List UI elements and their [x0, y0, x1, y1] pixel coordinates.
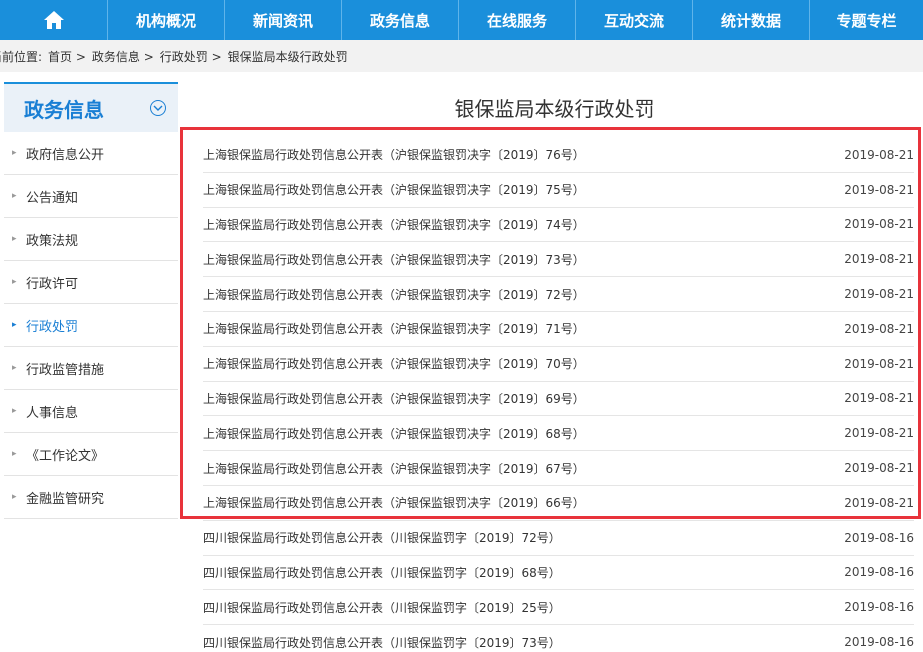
list-item-title-link[interactable]: 四川银保监局行政处罚信息公开表（川银保监罚字〔2019〕25号）: [203, 599, 561, 616]
list-item-title-link[interactable]: 上海银保监局行政处罚信息公开表（沪银保监银罚决字〔2019〕71号）: [203, 320, 585, 337]
list-item-date: 2019-08-16: [844, 565, 914, 580]
home-button[interactable]: [0, 0, 108, 40]
list-item[interactable]: 上海银保监局行政处罚信息公开表（沪银保监银罚决字〔2019〕72号） 2019-0…: [203, 277, 914, 312]
bullet-icon: ▸: [12, 406, 17, 416]
bullet-icon: ▸: [12, 320, 17, 330]
sidebar: 政务信息 ▸ 政府信息公开 ▸ 公告通知 ▸ 政策法规 ▸ 行政许可 ▸ 行政处罚 ▸ 行政…: [4, 82, 178, 519]
sidebar-header: 政务信息: [4, 82, 178, 132]
list-item-title-link[interactable]: 上海银保监局行政处罚信息公开表（沪银保监银罚决字〔2019〕74号）: [203, 216, 585, 233]
sidebar-item-working-papers[interactable]: ▸ 《工作论文》: [4, 433, 178, 476]
list-item-date: 2019-08-21: [844, 147, 914, 162]
list-item[interactable]: 上海银保监局行政处罚信息公开表（沪银保监银罚决字〔2019〕67号） 2019-0…: [203, 451, 914, 486]
sidebar-title: 政务信息: [24, 97, 104, 122]
list-item-title-link[interactable]: 上海银保监局行政处罚信息公开表（沪银保监银罚决字〔2019〕76号）: [203, 146, 585, 163]
breadcrumb: 当前位置: 首页 > 政务信息 > 行政处罚 > 银保监局本级行政处罚: [0, 40, 923, 72]
list-item[interactable]: 上海银保监局行政处罚信息公开表（沪银保监银罚决字〔2019〕75号） 2019-0…: [203, 173, 914, 208]
bullet-icon: ▸: [12, 234, 17, 244]
list-item-title-link[interactable]: 上海银保监局行政处罚信息公开表（沪银保监银罚决字〔2019〕67号）: [203, 460, 585, 477]
list-item-title-link[interactable]: 上海银保监局行政处罚信息公开表（沪银保监银罚决字〔2019〕69号）: [203, 390, 585, 407]
list-item[interactable]: 四川银保监局行政处罚信息公开表（川银保监罚字〔2019〕25号） 2019-08-…: [203, 590, 914, 626]
nav-item-statistics[interactable]: 统计数据: [693, 0, 810, 40]
sidebar-item-personnel[interactable]: ▸ 人事信息: [4, 390, 178, 433]
list-item[interactable]: 上海银保监局行政处罚信息公开表（沪银保监银罚决字〔2019〕71号） 2019-0…: [203, 312, 914, 347]
nav-item-news[interactable]: 新闻资讯: [225, 0, 342, 40]
sidebar-item-label: 《工作论文》: [26, 448, 105, 464]
bullet-icon: ▸: [12, 492, 17, 502]
sidebar-item-research[interactable]: ▸ 金融监管研究: [4, 476, 178, 519]
list-item-date: 2019-08-21: [844, 287, 914, 302]
breadcrumb-home-link[interactable]: 首页 >: [48, 48, 86, 65]
list-item-date: 2019-08-21: [844, 252, 914, 267]
top-nav: 机构概况 新闻资讯 政务信息 在线服务 互动交流 统计数据 专题专栏: [0, 0, 923, 40]
sidebar-item-policies[interactable]: ▸ 政策法规: [4, 218, 178, 261]
bullet-icon: ▸: [12, 449, 17, 459]
list-item-date: 2019-08-21: [844, 461, 914, 476]
list-item-title-link[interactable]: 四川银保监局行政处罚信息公开表（川银保监罚字〔2019〕68号）: [203, 564, 561, 581]
list-item-date: 2019-08-21: [844, 217, 914, 232]
list-item[interactable]: 四川银保监局行政处罚信息公开表（川银保监罚字〔2019〕68号） 2019-08-…: [203, 556, 914, 591]
list-item-date: 2019-08-21: [844, 356, 914, 371]
list-item-title-link[interactable]: 上海银保监局行政处罚信息公开表（沪银保监银罚决字〔2019〕75号）: [203, 181, 585, 198]
list-item-title-link[interactable]: 上海银保监局行政处罚信息公开表（沪银保监银罚决字〔2019〕68号）: [203, 425, 585, 442]
list-item-title-link[interactable]: 上海银保监局行政处罚信息公开表（沪银保监银罚决字〔2019〕73号）: [203, 251, 585, 268]
list-item-title-link[interactable]: 上海银保监局行政处罚信息公开表（沪银保监银罚决字〔2019〕66号）: [203, 494, 585, 511]
breadcrumb-prefix: 当前位置:: [0, 49, 43, 64]
list-item[interactable]: 上海银保监局行政处罚信息公开表（沪银保监银罚决字〔2019〕69号） 2019-0…: [203, 382, 914, 417]
sidebar-item-label: 人事信息: [26, 405, 79, 421]
breadcrumb-current: 银保监局本级行政处罚: [227, 49, 348, 64]
sidebar-menu: ▸ 政府信息公开 ▸ 公告通知 ▸ 政策法规 ▸ 行政许可 ▸ 行政处罚 ▸ 行政监管措施 …: [4, 132, 178, 519]
list-item-title-link[interactable]: 四川银保监局行政处罚信息公开表（川银保监罚字〔2019〕73号）: [203, 634, 561, 651]
sidebar-item-label: 行政许可: [26, 276, 79, 292]
nav-item-interaction[interactable]: 互动交流: [576, 0, 693, 40]
chevron-down-icon: [153, 105, 163, 111]
list-item[interactable]: 上海银保监局行政处罚信息公开表（沪银保监银罚决字〔2019〕76号） 2019-0…: [203, 138, 914, 173]
penalty-list: 上海银保监局行政处罚信息公开表（沪银保监银罚决字〔2019〕76号） 2019-0…: [203, 138, 914, 652]
list-item-date: 2019-08-21: [844, 426, 914, 441]
sidebar-item-gov-info-disclosure[interactable]: ▸ 政府信息公开: [4, 132, 178, 175]
sidebar-item-licensing[interactable]: ▸ 行政许可: [4, 261, 178, 304]
breadcrumb-government-info-link[interactable]: 政务信息 >: [92, 48, 154, 65]
sidebar-item-notices[interactable]: ▸ 公告通知: [4, 175, 178, 218]
list-item-date: 2019-08-16: [844, 635, 914, 650]
sidebar-toggle[interactable]: [150, 100, 166, 116]
nav-item-topics[interactable]: 专题专栏: [810, 0, 923, 40]
bullet-icon: ▸: [12, 363, 17, 373]
list-item[interactable]: 上海银保监局行政处罚信息公开表（沪银保监银罚决字〔2019〕70号） 2019-0…: [203, 347, 914, 382]
breadcrumb-penalty-link[interactable]: 行政处罚 >: [160, 48, 222, 65]
sidebar-item-label: 行政处罚: [26, 319, 79, 335]
list-item-date: 2019-08-21: [844, 495, 914, 510]
list-item-title-link[interactable]: 四川银保监局行政处罚信息公开表（川银保监罚字〔2019〕72号）: [203, 529, 561, 546]
sidebar-item-supervision-measures[interactable]: ▸ 行政监管措施: [4, 347, 178, 390]
sidebar-item-label: 行政监管措施: [26, 362, 105, 378]
nav-item-about[interactable]: 机构概况: [108, 0, 225, 40]
list-item[interactable]: 上海银保监局行政处罚信息公开表（沪银保监银罚决字〔2019〕74号） 2019-0…: [203, 208, 914, 243]
list-item-title-link[interactable]: 上海银保监局行政处罚信息公开表（沪银保监银罚决字〔2019〕72号）: [203, 286, 585, 303]
sidebar-item-label: 公告通知: [26, 190, 79, 206]
list-item-date: 2019-08-16: [844, 530, 914, 545]
list-item[interactable]: 四川银保监局行政处罚信息公开表（川银保监罚字〔2019〕73号） 2019-08-…: [203, 625, 914, 652]
nav-item-online-service[interactable]: 在线服务: [459, 0, 576, 40]
home-icon: [43, 11, 64, 29]
list-item[interactable]: 上海银保监局行政处罚信息公开表（沪银保监银罚决字〔2019〕73号） 2019-0…: [203, 242, 914, 278]
nav-item-government-info[interactable]: 政务信息: [342, 0, 459, 40]
list-item-date: 2019-08-21: [844, 182, 914, 197]
list-item-date: 2019-08-21: [844, 321, 914, 336]
list-item[interactable]: 上海银保监局行政处罚信息公开表（沪银保监银罚决字〔2019〕68号） 2019-0…: [203, 416, 914, 452]
sidebar-item-label: 金融监管研究: [26, 491, 105, 507]
list-item-title-link[interactable]: 上海银保监局行政处罚信息公开表（沪银保监银罚决字〔2019〕70号）: [203, 355, 585, 372]
bullet-icon: ▸: [12, 277, 17, 287]
page-title: 银保监局本级行政处罚: [454, 97, 655, 121]
list-item[interactable]: 四川银保监局行政处罚信息公开表（川银保监罚字〔2019〕72号） 2019-08-…: [203, 521, 914, 556]
bullet-icon: ▸: [12, 148, 17, 158]
bullet-icon: ▸: [12, 191, 17, 201]
list-item-date: 2019-08-16: [844, 600, 914, 615]
sidebar-item-label: 政府信息公开: [26, 147, 105, 163]
list-item-date: 2019-08-21: [844, 391, 914, 406]
sidebar-item-penalties[interactable]: ▸ 行政处罚: [4, 304, 178, 347]
list-item[interactable]: 上海银保监局行政处罚信息公开表（沪银保监银罚决字〔2019〕66号） 2019-0…: [203, 486, 914, 521]
sidebar-item-label: 政策法规: [26, 233, 79, 249]
